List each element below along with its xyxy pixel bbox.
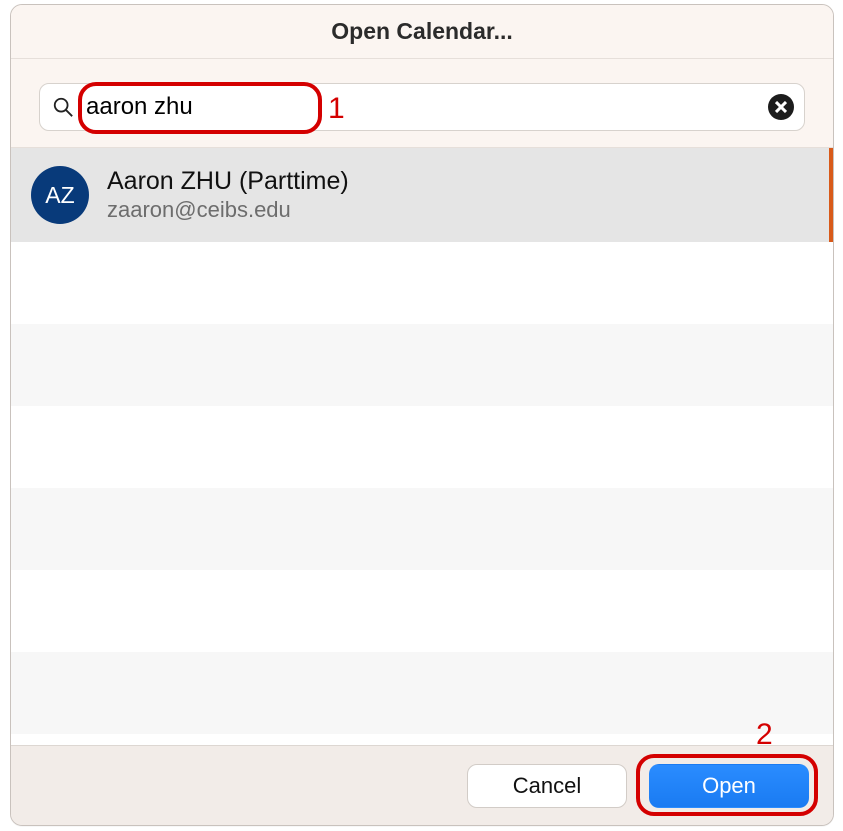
selection-edge-indicator: [829, 148, 833, 242]
person-name: Aaron ZHU (Parttime): [107, 167, 349, 196]
cancel-button[interactable]: Cancel: [467, 764, 627, 808]
list-item: [11, 406, 833, 488]
avatar-initials: AZ: [45, 182, 74, 209]
avatar: AZ: [31, 166, 89, 224]
result-row[interactable]: AZ Aaron ZHU (Parttime) zaaron@ceibs.edu: [11, 148, 833, 242]
list-item: [11, 324, 833, 406]
search-input[interactable]: [84, 93, 756, 121]
open-calendar-dialog: Open Calendar... AZ Aaron ZHU (Parttime): [10, 4, 834, 826]
dialog-titlebar: Open Calendar...: [11, 5, 833, 59]
close-icon: [775, 101, 787, 113]
cancel-button-label: Cancel: [513, 773, 581, 799]
dialog-footer: Cancel Open: [11, 745, 833, 825]
list-item: [11, 570, 833, 652]
person-email: zaaron@ceibs.edu: [107, 197, 349, 223]
search-area: [11, 59, 833, 147]
search-icon: [52, 96, 74, 118]
list-item: [11, 488, 833, 570]
result-text: Aaron ZHU (Parttime) zaaron@ceibs.edu: [107, 167, 349, 224]
results-list: AZ Aaron ZHU (Parttime) zaaron@ceibs.edu: [11, 147, 833, 745]
clear-search-button[interactable]: [768, 94, 794, 120]
open-button[interactable]: Open: [649, 764, 809, 808]
list-item: [11, 652, 833, 734]
dialog-title: Open Calendar...: [331, 18, 513, 45]
list-item: [11, 242, 833, 324]
open-button-label: Open: [702, 773, 756, 799]
search-field[interactable]: [39, 83, 805, 131]
